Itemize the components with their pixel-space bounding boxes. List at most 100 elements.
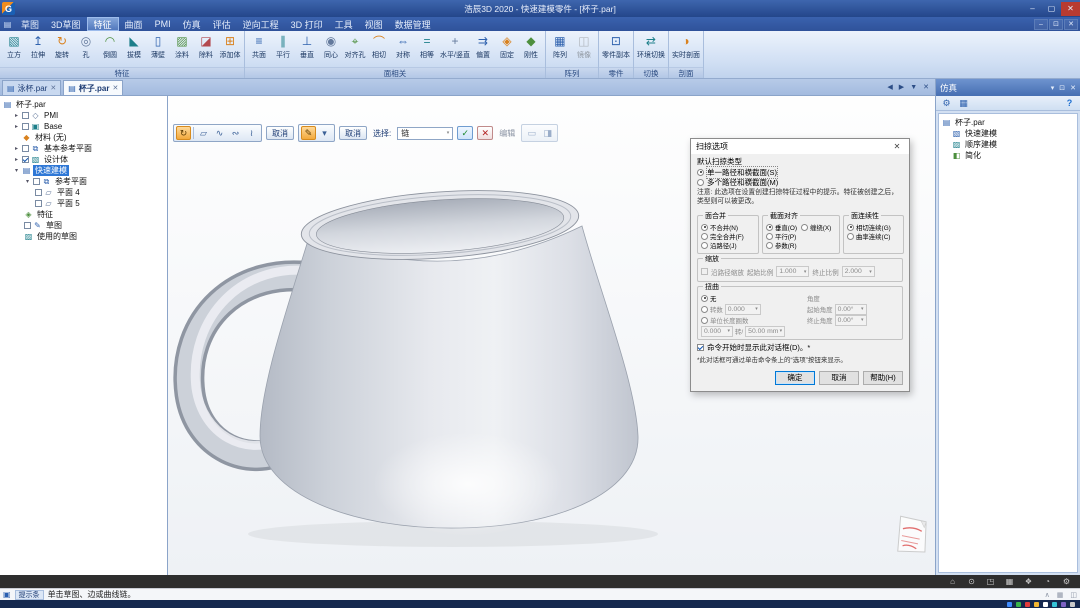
viewport-3d[interactable]: ↻ ▱ ∿ ∾ ≀ 取消 ✎ ▾ 取消 选择: 链 ▾ ✓ ✕ 编辑 ▭ ◨ 扫…	[168, 96, 935, 575]
tree-item-used-sketches[interactable]: ▨ 使用的草图	[0, 231, 167, 242]
ribbon-button-rigid[interactable]: ◆ 刚性	[519, 32, 543, 61]
ribbon-button-revolve[interactable]: ↻ 旋转	[50, 32, 74, 61]
ribbon-button-cut[interactable]: ◪ 除料	[194, 32, 218, 61]
tree-item-plane-4[interactable]: ▱ 平面 4	[0, 187, 167, 198]
sim-tree-item-part[interactable]: ▤ 杯子.par	[939, 117, 1077, 128]
zoom-icon[interactable]: ⊙	[966, 577, 977, 586]
menu-3d-print[interactable]: 3D 打印	[285, 17, 329, 31]
path-step-icon[interactable]: ▱	[196, 126, 211, 140]
tab-nav-next-icon[interactable]: ▶	[899, 83, 904, 91]
ribbon-button-live-section[interactable]: ◑ 实时剖面	[671, 32, 701, 61]
expander-icon[interactable]: ▾	[24, 178, 31, 185]
section-step-icon[interactable]: ∾	[228, 126, 243, 140]
edit-tool-icon[interactable]: ▭	[524, 126, 539, 140]
tree-item-part[interactable]: ▤ 杯子.par	[0, 99, 167, 110]
edit-tool2-icon[interactable]: ◨	[540, 126, 555, 140]
view-orientation-icon[interactable]: ◳	[985, 577, 996, 586]
ribbon-button-symmetric[interactable]: ⇔ 对称	[391, 32, 415, 61]
turns-field[interactable]: 0.000 ▾	[724, 303, 761, 315]
menu-simulation[interactable]: 仿真	[177, 17, 207, 31]
tray-icon[interactable]	[1052, 601, 1057, 607]
tray-icon[interactable]	[1061, 601, 1066, 607]
radio-icon[interactable]	[697, 168, 704, 176]
expander-icon[interactable]: ▸	[13, 145, 20, 152]
end-scale-field[interactable]: 2.000 ▾	[841, 266, 875, 278]
menu-data-management[interactable]: 数据管理	[389, 17, 437, 31]
shading-icon[interactable]: ◔	[1042, 577, 1053, 586]
ribbon-button-coating[interactable]: ▨ 涂料	[170, 32, 194, 61]
end-angle-field[interactable]: 0.00° ▾	[834, 314, 867, 326]
panel-split-icon[interactable]: ◫	[1070, 591, 1077, 599]
ribbon-button-pattern[interactable]: ▦ 阵列	[548, 32, 572, 61]
pmi-checkbox[interactable]	[22, 112, 29, 119]
dialog-close-icon[interactable]: ✕	[890, 142, 904, 151]
radio-wrap[interactable]: 缠绕(X)	[801, 223, 831, 232]
reject-button[interactable]: ✕	[477, 126, 494, 140]
menu-features[interactable]: 特征	[86, 17, 119, 31]
design-body-checkbox[interactable]	[22, 156, 29, 163]
ribbon-button-add-body[interactable]: ⊞ 添加体	[218, 32, 242, 61]
options-step-icon[interactable]: ≀	[244, 126, 259, 140]
doc-close-button[interactable]: ✕	[1064, 18, 1078, 30]
panel-pin-icon[interactable]: ⊡	[1059, 84, 1065, 92]
expander-icon[interactable]: ▸	[13, 156, 20, 163]
menu-evaluate[interactable]: 评估	[207, 17, 237, 31]
expander-icon[interactable]: ▸	[13, 123, 20, 130]
tab-nav-prev-icon[interactable]: ◀	[887, 83, 892, 91]
dialog-titlebar[interactable]: 扫掠选项 ✕	[691, 139, 909, 154]
cancel-command-button[interactable]: 取消	[266, 126, 294, 140]
radio-multi-path[interactable]: 多个路径和横截面(M)	[697, 177, 903, 187]
menu-tools[interactable]: 工具	[329, 17, 359, 31]
tray-icon[interactable]	[1016, 601, 1021, 607]
tree-item-base-reference-planes[interactable]: ▸ ⧉ 基本参考平面	[0, 143, 167, 154]
radio-curvature-continuous[interactable]: 曲率连续(C)	[847, 232, 900, 241]
base-checkbox[interactable]	[22, 123, 29, 130]
ribbon-button-mirror[interactable]: ◫ 镜像	[572, 32, 596, 61]
panel-grid-icon[interactable]: ▦	[1057, 591, 1064, 599]
tray-icon[interactable]	[1034, 601, 1039, 607]
menu-reverse-engineering[interactable]: 逆向工程	[237, 17, 285, 31]
radio-parallel[interactable]: 平行(P)	[766, 232, 836, 241]
ribbon-button-extrude[interactable]: ↥ 拉伸	[26, 32, 50, 61]
ribbon-button-thin-wall[interactable]: ▯ 薄壁	[146, 32, 170, 61]
help-icon[interactable]: ?	[1063, 97, 1076, 109]
menu-3d-sketch[interactable]: 3D草图	[45, 17, 87, 31]
menu-sketch[interactable]: 草图	[15, 17, 45, 31]
style-icon[interactable]: ❖	[1023, 577, 1034, 586]
radio-twist-none[interactable]: 无	[701, 294, 801, 303]
sim-tree-item-quick-modeling[interactable]: ▧ 快速建模	[939, 128, 1077, 139]
tab-close-icon[interactable]: ✕	[50, 84, 56, 92]
ribbon-button-fix[interactable]: ◈ 固定	[495, 32, 519, 61]
scale-along-path-checkbox[interactable]	[701, 268, 708, 276]
tray-icon[interactable]	[1070, 601, 1075, 607]
start-angle-field[interactable]: 0.00° ▾	[834, 303, 867, 315]
ribbon-button-equal[interactable]: = 相等	[415, 32, 439, 61]
close-button[interactable]: ✕	[1061, 1, 1080, 16]
ribbon-button-horizontal-vertical[interactable]: + 水平/竖直	[439, 32, 471, 61]
ribbon-button-offset[interactable]: ⇉ 偏置	[471, 32, 495, 61]
draw-icon[interactable]: ✎	[301, 126, 316, 140]
tree-item-base[interactable]: ▸ ▣ Base	[0, 121, 167, 132]
maximize-button[interactable]: ▢	[1042, 2, 1061, 16]
expander-icon[interactable]: ▾	[13, 167, 20, 174]
tree-item-features[interactable]: ◈ 特征	[0, 209, 167, 220]
tree-item-plane-5[interactable]: ▱ 平面 5	[0, 198, 167, 209]
dropdown-icon[interactable]: ▾	[317, 126, 332, 140]
ribbon-button-perpendicular[interactable]: ⊥ 垂直	[295, 32, 319, 61]
tray-icon[interactable]	[1025, 601, 1030, 607]
cancel-draw-button[interactable]: 取消	[339, 126, 367, 140]
expander-icon[interactable]: ▸	[13, 112, 20, 119]
curve-step-icon[interactable]: ∿	[212, 126, 227, 140]
radio-twist-turns[interactable]: 转数 0.000 ▾	[701, 303, 801, 315]
radio-along-path[interactable]: 沿路径(J)	[701, 241, 755, 250]
panel-close-icon[interactable]: ✕	[1070, 84, 1076, 92]
doc-restore-button[interactable]: ⊡	[1049, 18, 1063, 30]
grid-view-icon[interactable]: ▦	[1004, 577, 1015, 586]
ok-button[interactable]: 确定	[775, 370, 815, 385]
app-menu-icon[interactable]: ▤	[0, 20, 15, 29]
radio-no-merge[interactable]: 不合并(N)	[701, 223, 755, 232]
per-length-field[interactable]: 0.000 ▾	[701, 325, 733, 337]
tray-icon[interactable]	[1007, 601, 1012, 607]
tree-item-pmi[interactable]: ▸ ◇ PMI	[0, 110, 167, 121]
plane-5-checkbox[interactable]	[35, 200, 42, 207]
